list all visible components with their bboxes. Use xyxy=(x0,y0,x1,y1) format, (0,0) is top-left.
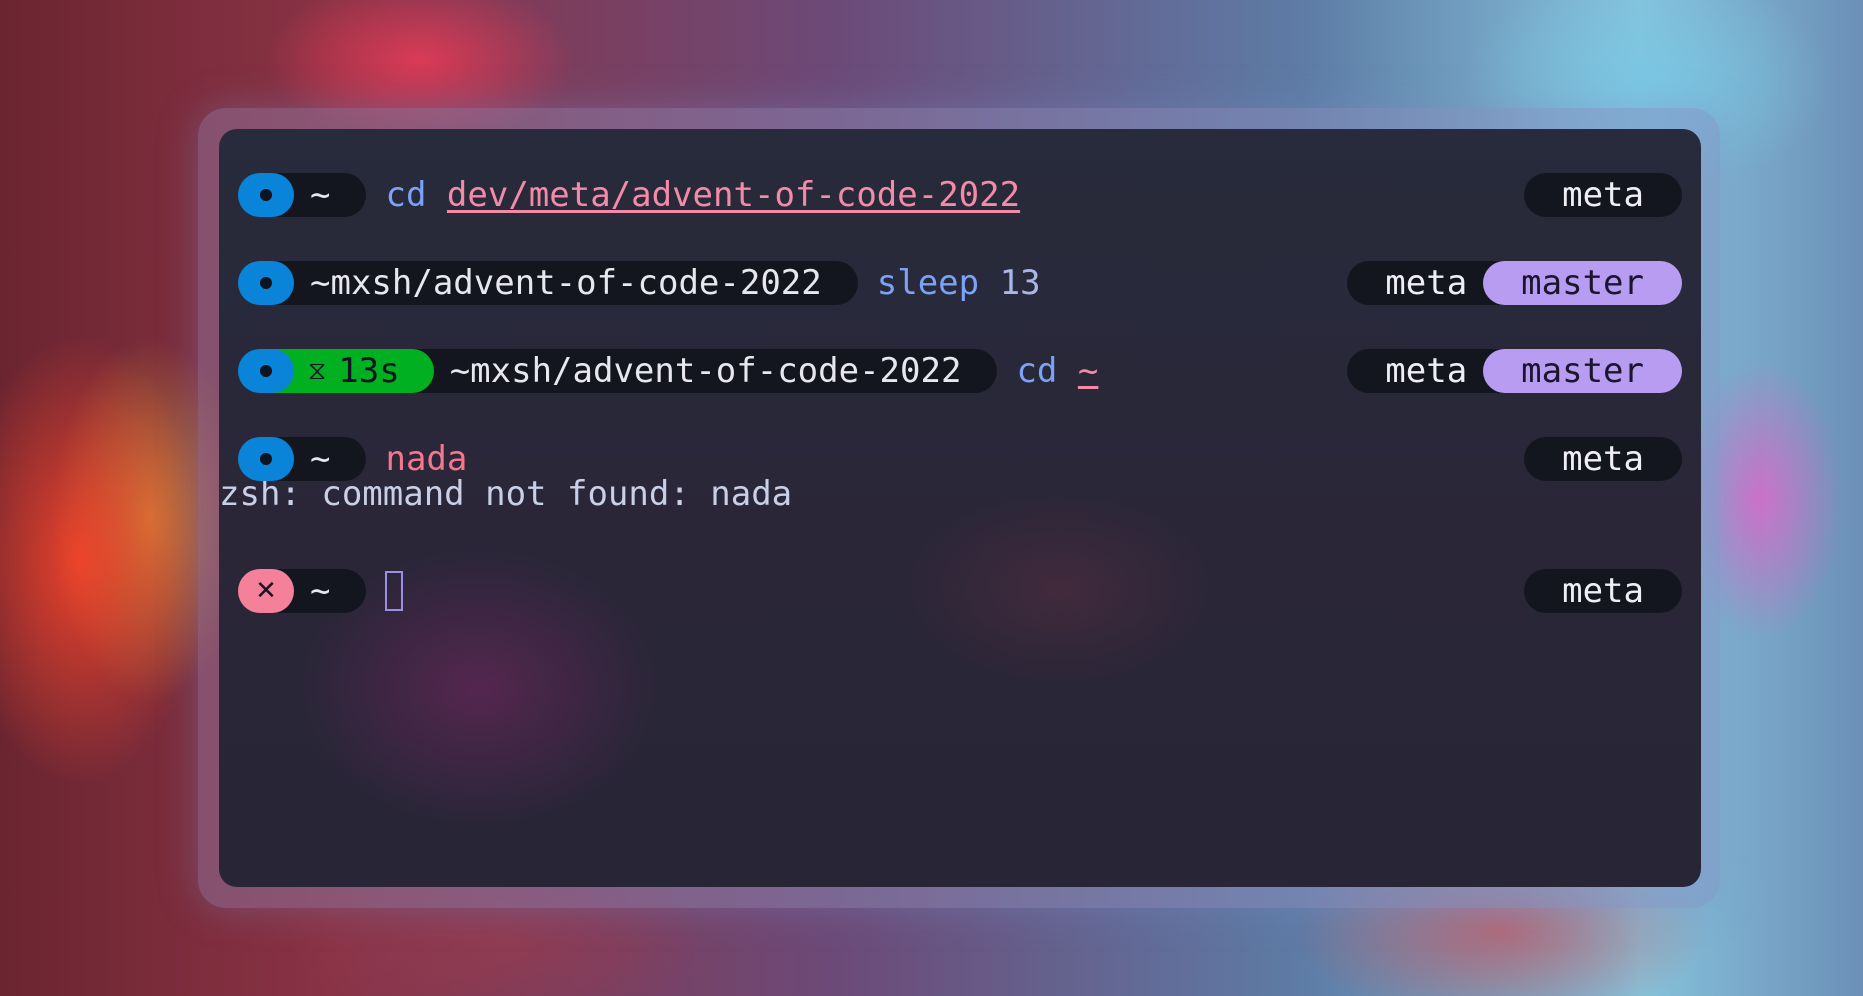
command-name: cd xyxy=(1016,351,1058,391)
command-argument: 13 xyxy=(999,263,1041,303)
prompt-line: ~ cd dev/meta/advent-of-code-2022 meta xyxy=(238,173,1682,217)
command-name: nada xyxy=(385,439,468,479)
hourglass-icon: ⧖ xyxy=(308,355,327,386)
prompt-left: ⧖ 13s ~mxsh/advent-of-code-2022 xyxy=(238,349,998,393)
prompt-right: meta master xyxy=(1347,261,1682,305)
text-cursor[interactable] xyxy=(385,571,404,611)
user-segment: meta xyxy=(1524,437,1682,481)
prompt-right: meta xyxy=(1524,173,1682,217)
command-name: sleep xyxy=(876,263,980,303)
status-ok-pill xyxy=(238,349,294,393)
prompt-line: ⧖ 13s ~mxsh/advent-of-code-2022 cd ~ met… xyxy=(238,349,1682,393)
cwd-segment: ~mxsh/advent-of-code-2022 xyxy=(268,261,858,305)
command-argument: dev/meta/advent-of-code-2022 xyxy=(446,175,1021,215)
status-ok-pill xyxy=(238,261,294,305)
prompt-left: ~ xyxy=(238,437,367,481)
prompt-right: meta xyxy=(1524,437,1682,481)
cwd-segment: ~mxsh/advent-of-code-2022 xyxy=(413,349,998,393)
command-text: sleep 13 xyxy=(877,263,1041,303)
dot-icon xyxy=(260,277,272,289)
command-argument: ~ xyxy=(1077,351,1099,391)
user-segment: meta xyxy=(1524,569,1682,613)
x-icon: ✕ xyxy=(255,576,277,606)
git-branch-segment: master xyxy=(1483,349,1682,393)
status-error-pill: ✕ xyxy=(238,569,294,613)
dot-icon xyxy=(260,365,272,377)
command-name: cd xyxy=(385,175,427,215)
status-ok-pill xyxy=(238,173,294,217)
prompt-left: ~mxsh/advent-of-code-2022 xyxy=(238,261,858,305)
command-text: cd ~ xyxy=(1016,351,1098,391)
command-text: cd dev/meta/advent-of-code-2022 xyxy=(385,175,1020,215)
prompt-right: meta master xyxy=(1347,349,1682,393)
user-segment: meta xyxy=(1347,349,1504,393)
prompt-line: ~mxsh/advent-of-code-2022 sleep 13 meta … xyxy=(238,261,1682,305)
prompt-left: ✕ ~ xyxy=(238,569,367,613)
status-ok-pill xyxy=(238,437,294,481)
dot-icon xyxy=(260,453,272,465)
duration-text: 13s xyxy=(338,351,400,391)
dot-icon xyxy=(260,189,272,201)
prompt-line: ✕ ~ meta xyxy=(238,569,1682,613)
git-branch-segment: master xyxy=(1483,261,1682,305)
prompt-left: ~ xyxy=(238,173,367,217)
terminal-window[interactable]: ~ cd dev/meta/advent-of-code-2022 meta ~… xyxy=(219,129,1701,887)
user-segment: meta xyxy=(1347,261,1504,305)
prompt-right: meta xyxy=(1524,569,1682,613)
user-segment: meta xyxy=(1524,173,1682,217)
